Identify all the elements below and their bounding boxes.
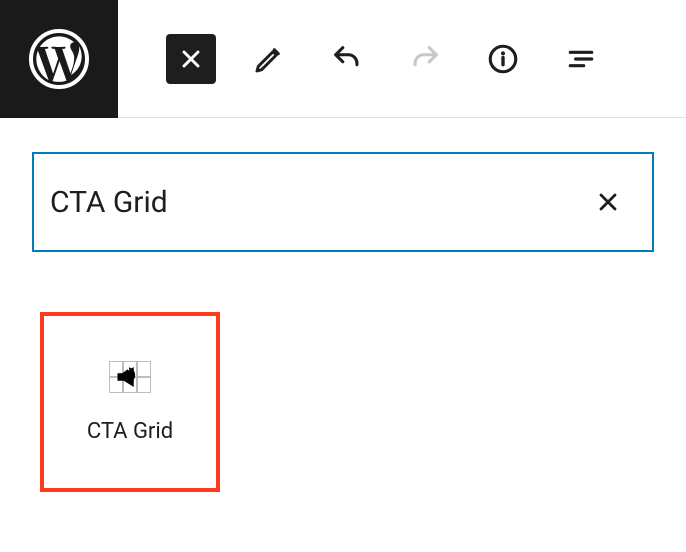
pencil-icon (253, 43, 285, 75)
outline-button[interactable] (556, 34, 606, 84)
close-inserter-button[interactable] (166, 34, 216, 84)
clear-search-button[interactable] (588, 182, 628, 222)
block-result-cta-grid[interactable]: CTA Grid (40, 312, 220, 492)
info-button[interactable] (478, 34, 528, 84)
outline-icon (565, 43, 597, 75)
undo-button[interactable] (322, 34, 372, 84)
block-search (32, 152, 654, 252)
edit-button[interactable] (244, 34, 294, 84)
close-icon (177, 45, 205, 73)
redo-icon (408, 42, 442, 76)
wordpress-icon (27, 27, 91, 91)
close-icon (594, 188, 622, 216)
megaphone-grid-icon (109, 361, 151, 393)
wordpress-logo[interactable] (0, 0, 118, 118)
search-box[interactable] (32, 152, 654, 252)
redo-button[interactable] (400, 34, 450, 84)
toolbar-buttons (118, 34, 606, 84)
block-result-label: CTA Grid (87, 419, 173, 444)
undo-icon (330, 42, 364, 76)
search-results: CTA Grid (0, 252, 686, 552)
editor-toolbar (0, 0, 686, 118)
info-icon (486, 42, 520, 76)
search-input[interactable] (48, 184, 588, 221)
